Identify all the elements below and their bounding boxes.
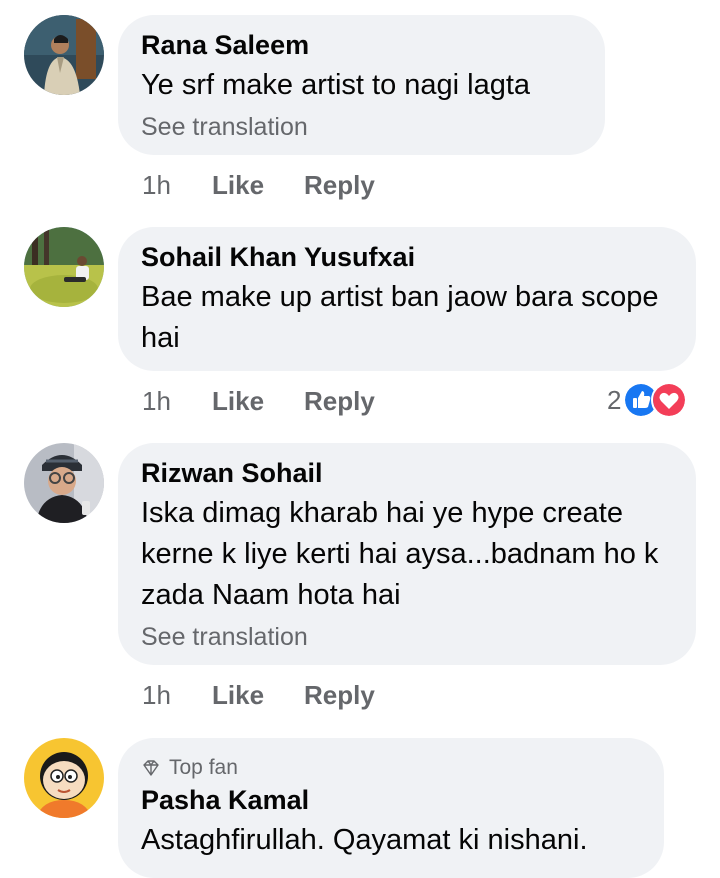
comment-timestamp[interactable]: 1h: [142, 678, 212, 712]
comment-author[interactable]: Rizwan Sohail: [141, 457, 672, 489]
comment-author[interactable]: Pasha Kamal: [141, 784, 640, 816]
reply-button[interactable]: Reply: [304, 384, 375, 418]
comment-actions: 1h Like Reply: [142, 678, 375, 712]
avatar[interactable]: [24, 15, 104, 95]
comment-bubble: Rizwan Sohail Iska dimag kharab hai ye h…: [118, 443, 696, 665]
comment-author[interactable]: Rana Saleem: [141, 29, 581, 61]
comment-text: Bae make up artist ban jaow bara scope h…: [141, 281, 659, 354]
comment-text: Iska dimag kharab hai ye hype create ker…: [141, 497, 659, 611]
comment-bubble: Top fan Pasha Kamal Astaghfirullah. Qaya…: [118, 738, 664, 878]
reaction-summary[interactable]: 2: [607, 382, 688, 418]
like-button[interactable]: Like: [212, 384, 304, 418]
like-button[interactable]: Like: [212, 678, 304, 712]
comment-timestamp[interactable]: 1h: [142, 168, 212, 202]
top-fan-label: Top fan: [169, 756, 238, 779]
reply-button[interactable]: Reply: [304, 168, 375, 202]
avatar[interactable]: [24, 443, 104, 523]
love-reaction-icon: [651, 382, 688, 418]
reaction-count: 2: [607, 384, 622, 415]
comment-author[interactable]: Sohail Khan Yusufxai: [141, 241, 672, 273]
comment-actions: 1h Like Reply: [142, 168, 375, 202]
see-translation-link[interactable]: See translation: [141, 110, 581, 144]
avatar[interactable]: [24, 738, 104, 818]
like-button[interactable]: Like: [212, 168, 304, 202]
see-translation-link[interactable]: See translation: [141, 620, 672, 654]
avatar[interactable]: [24, 227, 104, 307]
comment-text: Astaghfirullah. Qayamat ki nishani.: [141, 824, 588, 856]
comment-timestamp[interactable]: 1h: [142, 384, 212, 418]
diamond-icon: [143, 760, 159, 776]
comment-text: Ye srf make artist to nagi lagta: [141, 69, 531, 101]
reply-button[interactable]: Reply: [304, 678, 375, 712]
comment-bubble: Sohail Khan Yusufxai Bae make up artist …: [118, 227, 696, 371]
comment-actions: 1h Like Reply: [142, 384, 375, 418]
top-fan-badge: Top fan: [141, 756, 640, 780]
comment-bubble: Rana Saleem Ye srf make artist to nagi l…: [118, 15, 605, 155]
